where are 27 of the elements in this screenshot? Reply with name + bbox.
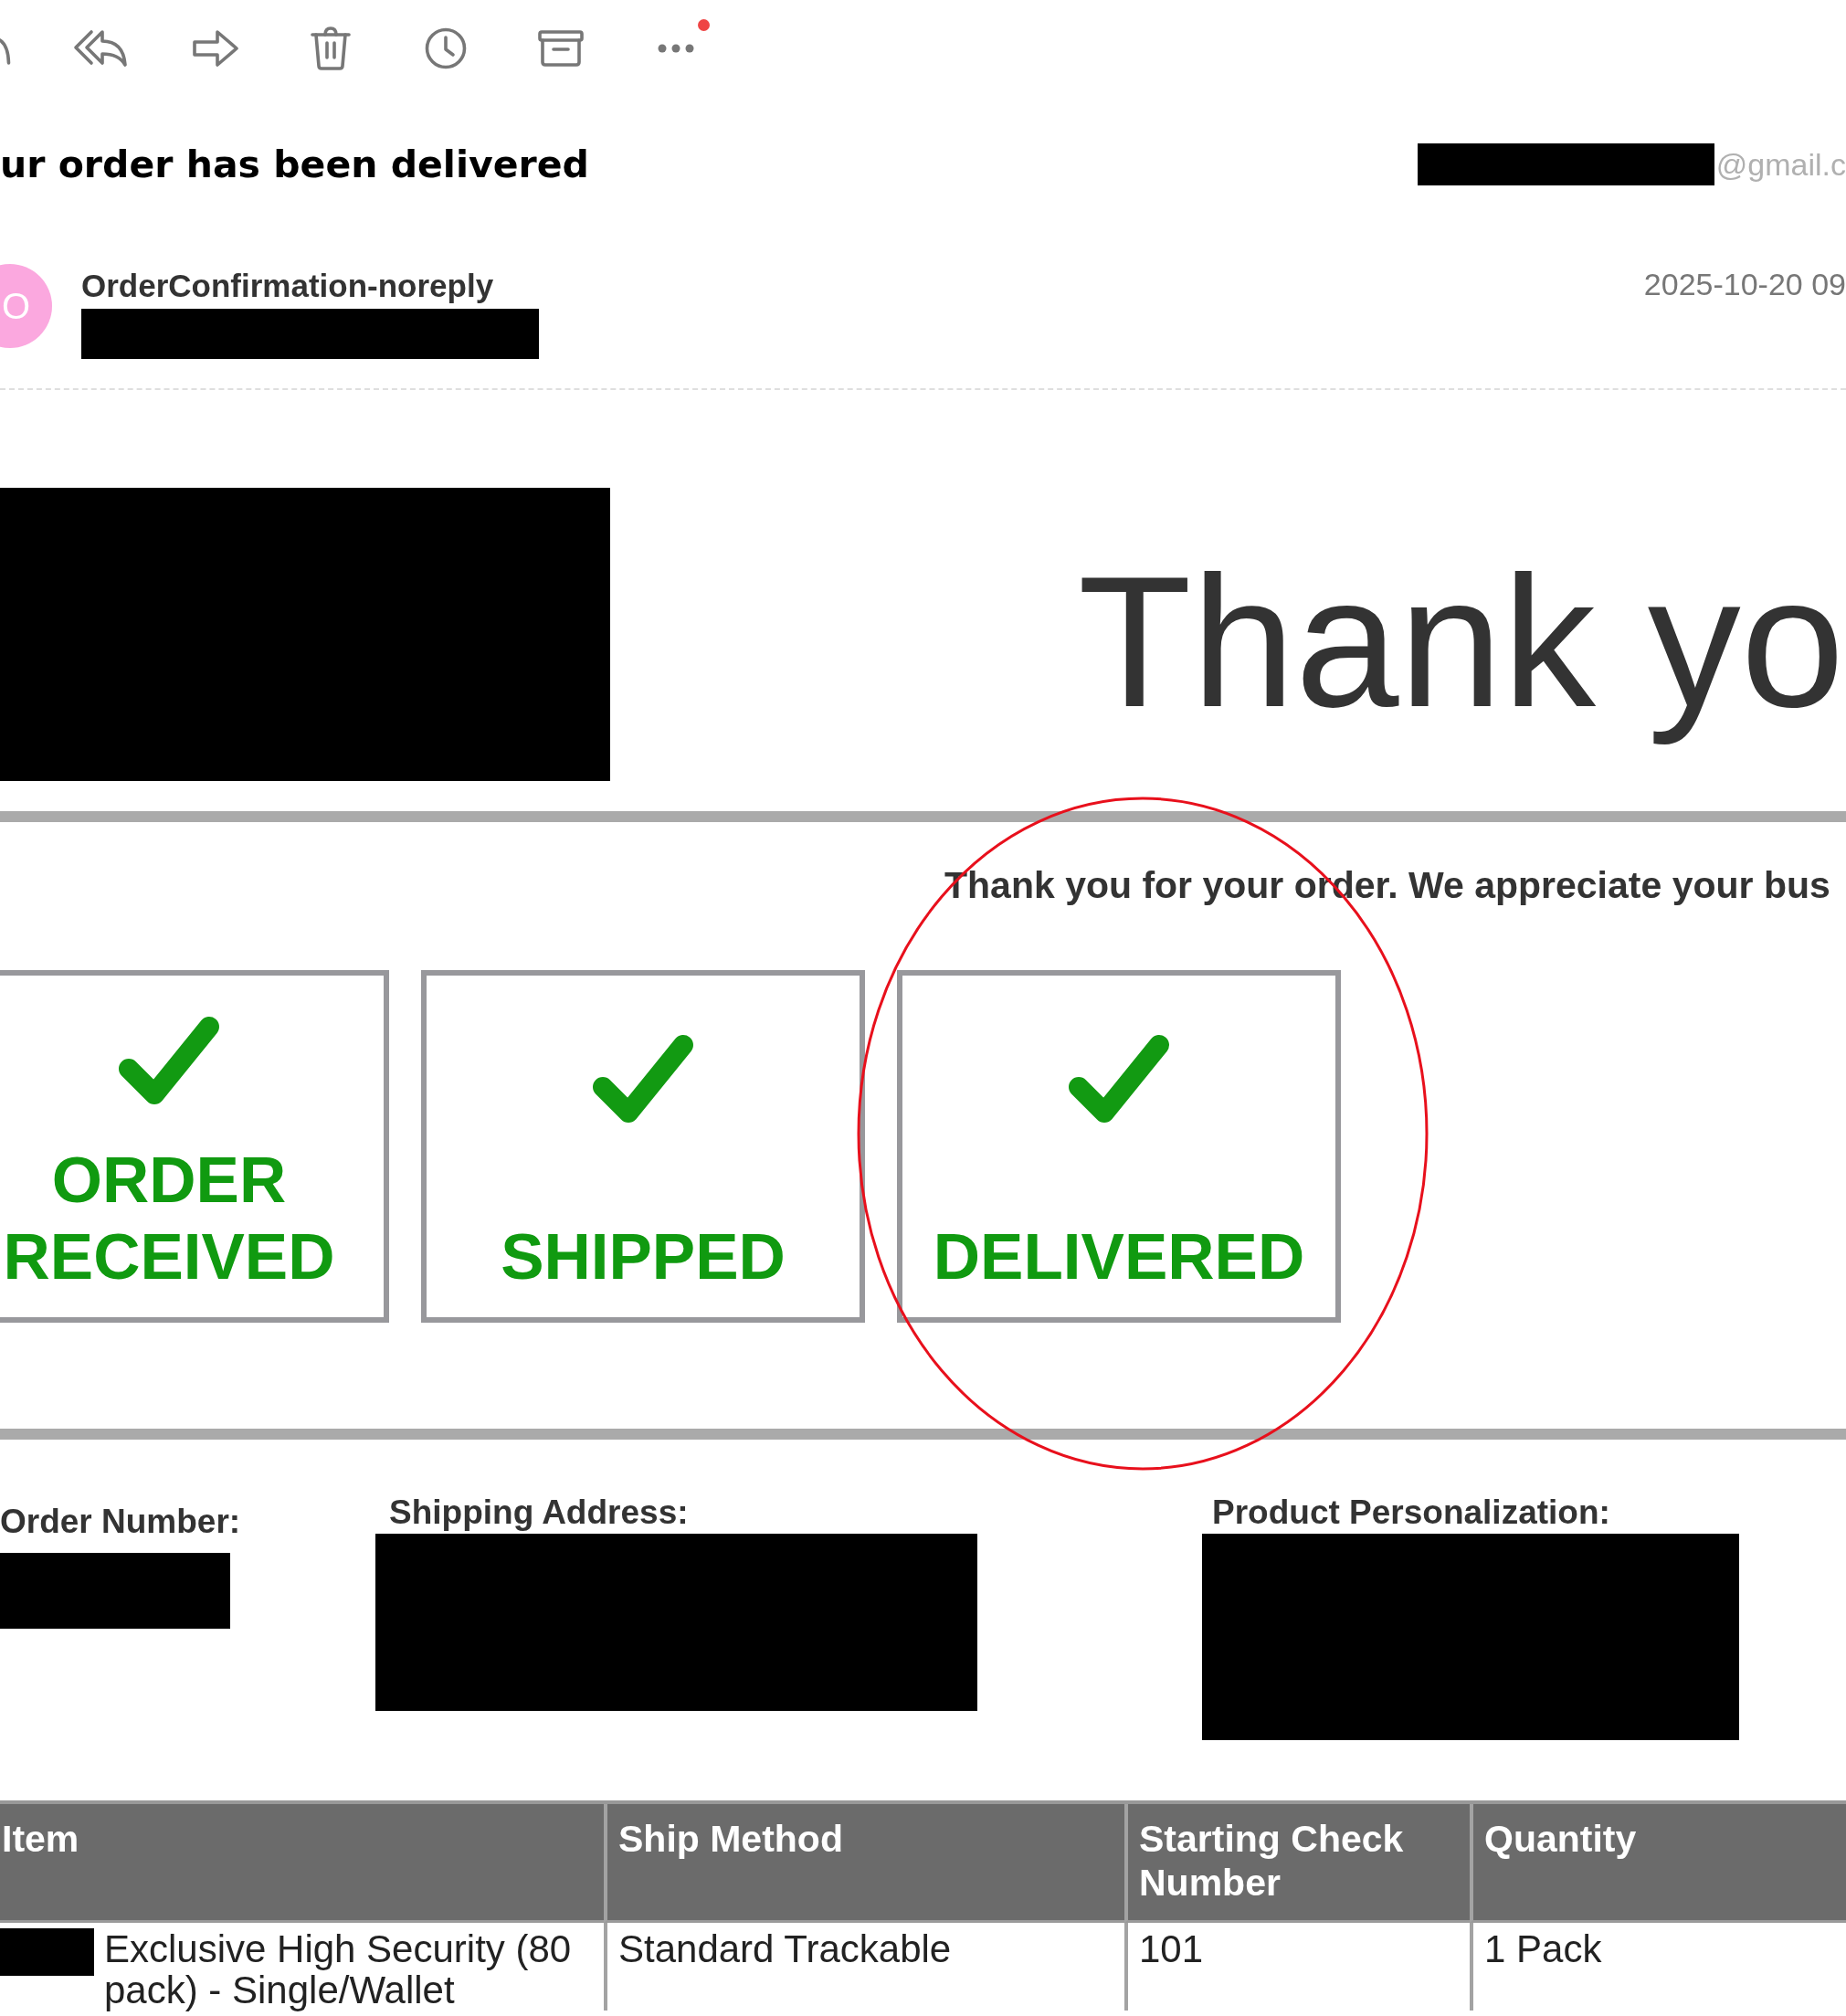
trash-icon[interactable] [311,25,351,71]
column-header: Quantity [1470,1804,1846,1923]
table-cell: 101 [1124,1923,1470,2011]
forward-icon[interactable] [192,27,239,69]
step-label: SHIPPED [501,1219,786,1294]
email-subject: ur order has been delivered [0,142,589,187]
column-header: Item [0,1804,604,1923]
sender-avatar: O [0,264,52,348]
sender-name: OrderConfirmation-noreply [81,268,495,304]
column-header: Starting Check Number [1124,1804,1470,1923]
step-label: DELIVERED [933,1219,1305,1294]
table-cell: Standard Trackable [604,1923,1124,2011]
step-label: ORDER RECEIVED [2,1143,336,1294]
detail-label: Order Number: [0,1502,241,1542]
detail-label: Shipping Address: [389,1493,689,1533]
detail-label: Product Personalization: [1212,1493,1610,1533]
reply-icon[interactable] [0,37,11,66]
archive-icon[interactable] [538,29,584,67]
column-header: Ship Method [604,1804,1124,1923]
recipient-address: @gmail.c [1715,146,1846,183]
email-date: 2025-10-20 09 [1643,266,1846,302]
table-cell: 1 Pack [1470,1923,1846,2011]
reply-all-icon[interactable] [73,27,128,69]
item-name: Exclusive High Security (80 pack) - Single/Wallet [104,1928,573,2011]
more-icon[interactable] [658,43,694,53]
headline-text: Thank yo [1078,536,1845,747]
clock-icon[interactable] [425,26,467,69]
